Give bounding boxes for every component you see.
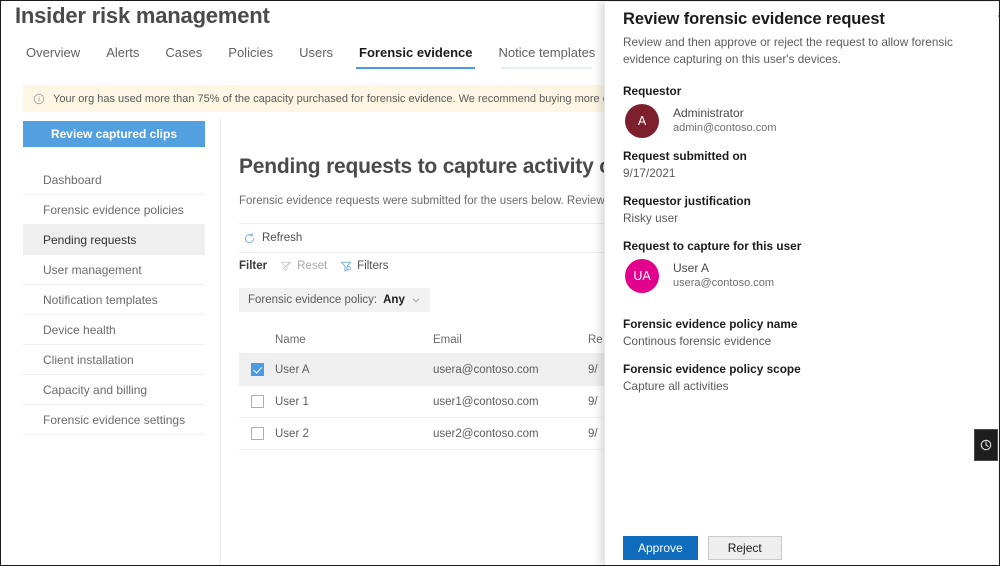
submitted-on-label: Request submitted on: [623, 148, 747, 163]
tab-forensic-evidence-label: Forensic evidence: [359, 45, 473, 60]
policy-name-value: Continous forensic evidence: [623, 333, 772, 348]
submitted-on-value: 9/17/2021: [623, 165, 676, 180]
tab-users-label: Users: [299, 45, 334, 60]
tab-overview-label: Overview: [26, 45, 81, 60]
sidebar-item-label: Pending requests: [43, 232, 137, 247]
avatar: UA: [625, 258, 659, 293]
review-panel-description: Review and then approve or reject the re…: [623, 35, 953, 66]
requestor-label: Requestor: [623, 83, 682, 98]
filter-icon: [340, 260, 352, 272]
sidebar-item-label: User management: [43, 262, 142, 277]
circle-arrow-icon: [979, 438, 993, 452]
refresh-label: Refresh: [262, 232, 303, 244]
requestor-email: admin@contoso.com: [673, 122, 777, 135]
sidebar-item-label: Device health: [43, 322, 116, 337]
policy-scope-label: Forensic evidence policy scope: [623, 361, 801, 376]
sidebar-item-label: Forensic evidence settings: [43, 412, 186, 427]
forensic-evidence-sidebar: Review captured clips Dashboard Forensic…: [1, 119, 221, 565]
chevron-down-icon: [411, 295, 421, 305]
tab-notice-templates[interactable]: Notice templates: [485, 41, 608, 69]
feedback-edge-tab[interactable]: [974, 429, 998, 461]
sidebar-item-device-health[interactable]: Device health: [23, 315, 205, 345]
review-request-panel: Review forensic evidence request Review …: [604, 2, 998, 565]
row-checkbox[interactable]: [250, 395, 264, 408]
refresh-button[interactable]: Refresh: [239, 232, 306, 245]
review-panel-title: Review forensic evidence request: [623, 10, 885, 28]
sidebar-item-dashboard[interactable]: Dashboard: [23, 165, 205, 195]
filters-button[interactable]: Filters: [340, 260, 388, 272]
filter-row: Filter Reset Filters: [239, 260, 388, 272]
column-header-email[interactable]: Email: [433, 334, 588, 346]
review-captured-clips-button[interactable]: Review captured clips: [23, 121, 205, 147]
reject-button[interactable]: Reject: [707, 536, 782, 560]
info-icon: [33, 93, 45, 105]
filter-label: Filter: [239, 260, 268, 272]
sidebar-item-forensic-evidence-settings[interactable]: Forensic evidence settings: [23, 405, 205, 435]
cell-name: User 1: [275, 395, 309, 408]
sidebar-item-capacity-and-billing[interactable]: Capacity and billing: [23, 375, 205, 405]
sidebar-item-user-management[interactable]: User management: [23, 255, 205, 285]
row-checkbox-cell[interactable]: [239, 363, 275, 376]
avatar: A: [625, 103, 659, 138]
tab-cases[interactable]: Cases: [152, 41, 215, 69]
row-checkbox-cell[interactable]: [239, 395, 275, 408]
sidebar-item-label: Capacity and billing: [43, 382, 148, 397]
forensic-evidence-policy-filter[interactable]: Forensic evidence policy: Any: [239, 288, 430, 312]
capture-user-name: User A: [673, 260, 710, 275]
sidebar-item-label: Client installation: [43, 352, 134, 367]
sidebar-item-forensic-evidence-policies[interactable]: Forensic evidence policies: [23, 195, 205, 225]
tab-policies-label: Policies: [228, 45, 274, 60]
policy-name-label: Forensic evidence policy name: [623, 316, 798, 331]
tab-notice-templates-label: Notice templates: [498, 45, 596, 60]
tab-policies[interactable]: Policies: [215, 41, 286, 69]
capture-user-person: UA User A usera@contoso.com: [625, 258, 982, 293]
review-panel-body: Review forensic evidence request Review …: [605, 2, 998, 530]
tab-users[interactable]: Users: [286, 41, 346, 69]
approve-button[interactable]: Approve: [623, 536, 698, 560]
sidebar-item-label: Forensic evidence policies: [43, 202, 184, 217]
column-header-name[interactable]: Name: [275, 334, 433, 346]
tab-cases-label: Cases: [165, 45, 203, 60]
row-checkbox[interactable]: [250, 363, 264, 376]
reset-filters-button[interactable]: Reset: [280, 260, 327, 272]
tab-alerts[interactable]: Alerts: [93, 41, 152, 69]
insider-risk-management-window: Insider risk management Recommended acti…: [0, 0, 1000, 566]
refresh-icon: [243, 232, 256, 245]
requestor-person: A Administrator admin@contoso.com: [625, 103, 982, 138]
policy-scope-value: Capture all activities: [623, 378, 729, 393]
cell-name: User 2: [275, 427, 309, 440]
reset-label: Reset: [297, 260, 328, 272]
justification-value: Risky user: [623, 210, 679, 225]
sidebar-item-notification-templates[interactable]: Notification templates: [23, 285, 205, 315]
justification-label: Requestor justification: [623, 193, 751, 208]
cell-email: user1@contoso.com: [433, 395, 539, 408]
tab-alerts-label: Alerts: [106, 45, 140, 60]
row-checkbox-cell[interactable]: [239, 427, 275, 440]
capture-user-email: usera@contoso.com: [673, 277, 775, 290]
sidebar-item-pending-requests[interactable]: Pending requests: [23, 225, 205, 255]
row-checkbox[interactable]: [250, 427, 264, 440]
policy-filter-prefix: Forensic evidence policy:: [248, 294, 378, 306]
tab-overview[interactable]: Overview: [13, 41, 93, 69]
content-subheading: Forensic evidence requests were submitte…: [239, 195, 659, 207]
sidebar-item-label: Notification templates: [43, 292, 158, 307]
filter-clear-icon: [280, 260, 292, 272]
sidebar-nav-list: Dashboard Forensic evidence policies Pen…: [23, 165, 205, 435]
filters-label: Filters: [357, 260, 389, 272]
review-panel-footer: Approve Reject: [605, 530, 998, 565]
sidebar-item-client-installation[interactable]: Client installation: [23, 345, 205, 375]
sidebar-item-label: Dashboard: [43, 172, 102, 187]
cell-email: usera@contoso.com: [433, 363, 539, 376]
page-title: Insider risk management: [15, 3, 270, 28]
tab-forensic-evidence[interactable]: Forensic evidence: [346, 41, 485, 69]
requestor-name: Administrator: [673, 105, 744, 120]
capture-user-label: Request to capture for this user: [623, 238, 802, 253]
requestor-details: Administrator admin@contoso.com: [673, 105, 777, 136]
capture-user-details: User A usera@contoso.com: [673, 260, 774, 291]
policy-filter-value: Any: [383, 294, 405, 306]
cell-name: User A: [275, 363, 310, 376]
cell-email: user2@contoso.com: [433, 427, 539, 440]
